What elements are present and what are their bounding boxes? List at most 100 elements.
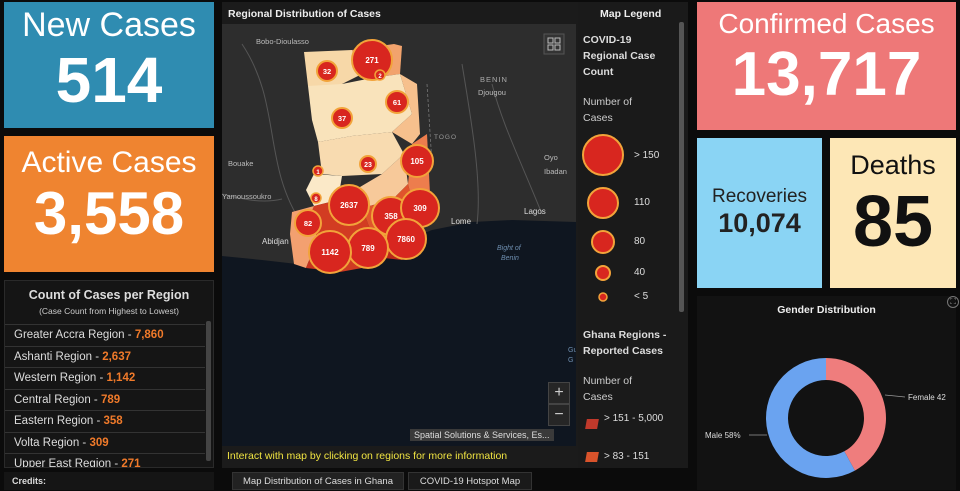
cluster-marker[interactable]: 32 (316, 60, 338, 82)
region-count: 309 (89, 436, 109, 449)
confirmed-cases-tile: Confirmed Cases 13,717 (697, 2, 956, 130)
cluster-marker[interactable]: 37 (331, 107, 353, 129)
active-cases-value: 3,558 (33, 180, 185, 247)
legend-layer1-title: COVID-19 Regional Case Count (583, 34, 656, 78)
tab-map-distribution[interactable]: Map Distribution of Cases in Ghana (232, 472, 404, 490)
legend-size-label: 80 (634, 236, 646, 247)
legend-layer1-sub: Number of Cases (583, 96, 633, 124)
cluster-marker[interactable]: 2637 (328, 184, 370, 226)
svg-text:1142: 1142 (321, 248, 339, 257)
map-panel: Regional Distribution of Cases Bobo-Diou… (222, 2, 688, 468)
zoom-out-button[interactable]: − (548, 404, 570, 426)
region-list-item[interactable]: Greater Accra Region - 7,860 (5, 324, 205, 346)
legend-size-symbols (582, 134, 624, 302)
region-list-item[interactable]: Central Region - 789 (5, 388, 205, 411)
legend-scrollbar[interactable] (679, 22, 684, 312)
legend-size-label: < 5 (634, 291, 649, 302)
place-label: Oyo (544, 153, 558, 162)
region-name: Eastern Region - (14, 415, 104, 427)
svg-text:105: 105 (410, 157, 424, 166)
map-legend[interactable]: Map Legend COVID-19 Regional Case Count … (578, 2, 688, 468)
zoom-in-button[interactable]: + (548, 382, 570, 404)
place-label: Bouake (228, 159, 253, 168)
map-canvas[interactable]: Bobo-Dioulasso BENIN Djougou TOGO Bouake… (222, 24, 576, 446)
svg-text:82: 82 (304, 219, 312, 228)
female-label: Female 42 (908, 393, 946, 402)
region-list-item[interactable]: Ashanti Region - 2,637 (5, 345, 205, 368)
legend-size-label: > 150 (634, 150, 660, 161)
active-cases-tile: Active Cases 3,558 (4, 136, 214, 272)
region-list-subtitle: (Case Count from Highest to Lowest) (39, 306, 179, 316)
map-title: Regional Distribution of Cases (228, 8, 381, 20)
legend-title: Map Legend (600, 8, 662, 20)
svg-text:271: 271 (365, 56, 379, 65)
legend-size-label: 110 (634, 197, 650, 208)
region-list-item[interactable]: Eastern Region - 358 (5, 410, 205, 432)
region-count: 358 (103, 415, 123, 427)
legend-layer2-sub: Number of Cases (583, 375, 633, 403)
place-label: Djougou (478, 88, 506, 97)
expand-icon[interactable]: ⛶ (947, 296, 959, 308)
place-label: Bight of (497, 245, 522, 252)
female-slice[interactable] (826, 358, 886, 471)
gender-donut-chart[interactable]: Female 42 Male 58% (697, 296, 956, 490)
legend-class-swatch (585, 419, 599, 429)
cluster-marker[interactable]: 271 (351, 39, 393, 81)
legend-class-swatch (585, 452, 599, 462)
cluster-marker[interactable]: 1 (312, 165, 324, 177)
svg-text:2637: 2637 (340, 201, 358, 210)
tab-hotspot-map[interactable]: COVID-19 Hotspot Map (408, 472, 532, 490)
recoveries-title: Recoveries (711, 186, 808, 207)
cluster-marker[interactable]: 105 (400, 144, 434, 178)
recoveries-tile: Recoveries 10,074 (697, 138, 822, 288)
basemap-grid-icon[interactable] (543, 33, 565, 55)
place-label: Bobo-Dioulasso (256, 37, 309, 46)
region-name: Western Region - (14, 372, 107, 384)
new-cases-value: 514 (55, 44, 163, 116)
svg-text:37: 37 (338, 114, 346, 123)
place-label: Lagos (524, 207, 546, 216)
place-label: Abidjan (262, 237, 289, 246)
region-case-list[interactable]: Count of Cases per Region (Case Count fr… (4, 280, 214, 468)
place-label: G (568, 357, 573, 364)
region-list-scrollbar[interactable] (206, 321, 211, 461)
legend-class-label: > 83 - 151 (604, 451, 650, 462)
svg-text:32: 32 (323, 67, 331, 76)
region-name: Central Region - (14, 393, 101, 406)
place-label: BENIN (480, 75, 508, 84)
region-list-item[interactable]: Volta Region - 309 (5, 431, 205, 454)
region-list-title: Count of Cases per Region (28, 288, 190, 302)
svg-text:789: 789 (361, 244, 375, 253)
region-count: 2,637 (102, 350, 131, 363)
place-label: Benin (501, 255, 519, 262)
donut-slices[interactable] (766, 358, 886, 478)
svg-text:61: 61 (393, 98, 401, 107)
region-list-item[interactable]: Western Region - 1,142 (5, 367, 205, 389)
cluster-marker[interactable]: 82 (294, 209, 322, 237)
cluster-marker[interactable]: 1142 (308, 230, 352, 274)
region-name: Volta Region - (14, 436, 90, 449)
cluster-marker[interactable]: 61 (385, 90, 409, 114)
place-label: Yamoussoukro (222, 192, 271, 201)
gender-distribution-panel: Gender Distribution Female 42 Male 58% (697, 296, 956, 490)
cluster-marker[interactable]: 23 (359, 155, 377, 173)
new-cases-title: New Cases (22, 6, 196, 44)
legend-size-label: 40 (634, 267, 646, 278)
map-attribution[interactable]: Spatial Solutions & Services, Es... (410, 429, 554, 441)
region-list-item[interactable]: Upper East Region - 271 (5, 453, 205, 467)
deaths-value: 85 (852, 182, 934, 262)
deaths-title: Deaths (850, 150, 936, 180)
new-cases-tile: New Cases 514 (4, 2, 214, 128)
map-view[interactable]: Bobo-Dioulasso BENIN Djougou TOGO Bouake… (222, 24, 576, 446)
place-label: Ibadan (544, 167, 567, 176)
recoveries-value: 10,074 (718, 208, 801, 238)
cluster-marker[interactable]: 2 (374, 69, 386, 81)
cluster-marker[interactable]: 8 (310, 192, 322, 204)
cluster-marker[interactable]: 7860 (385, 218, 427, 260)
credits-label: Credits: (12, 476, 47, 486)
deaths-tile: Deaths 85 (830, 138, 956, 288)
region-name: Greater Accra Region - (14, 329, 135, 341)
cluster-marker[interactable]: 789 (347, 227, 389, 269)
credits-bar: Credits: (4, 472, 214, 490)
place-label: TOGO (434, 134, 457, 141)
